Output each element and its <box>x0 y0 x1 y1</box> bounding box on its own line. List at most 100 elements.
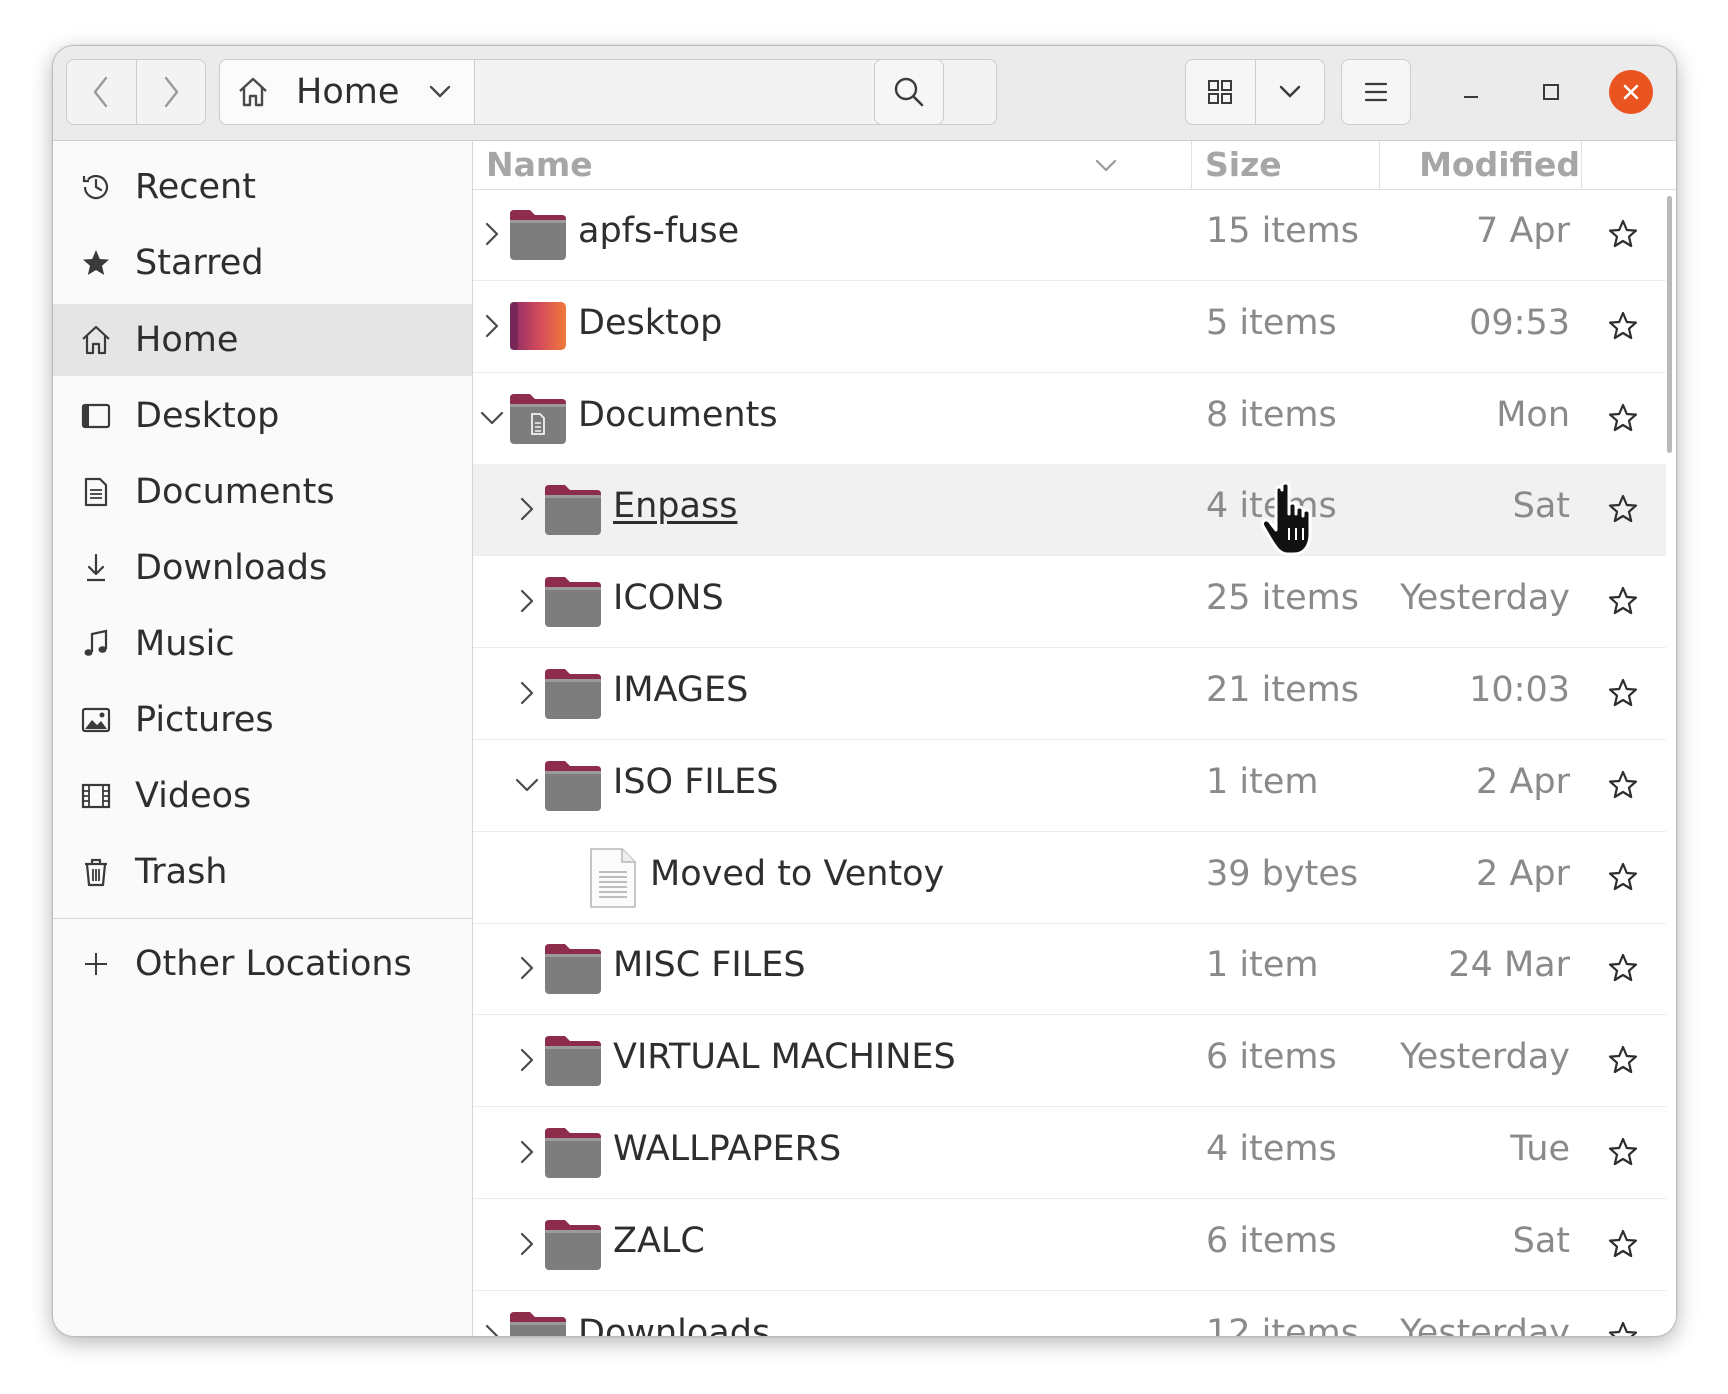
star-filled-icon <box>79 246 113 280</box>
table-row[interactable]: IMAGES 21 items 10:03 <box>473 648 1666 740</box>
file-modified: Sat <box>1512 486 1570 527</box>
table-row[interactable]: MISC FILES 1 item 24 Mar <box>473 923 1666 1016</box>
close-button[interactable] <box>1609 70 1653 114</box>
star-icon[interactable] <box>1606 584 1640 618</box>
file-name: Desktop <box>578 302 723 343</box>
sidebar-item-pictures[interactable]: Pictures <box>53 684 472 756</box>
table-row[interactable]: ZALC 6 items Sat <box>473 1199 1666 1291</box>
expander-chevron-right-icon[interactable] <box>477 1321 507 1336</box>
sidebar-item-trash[interactable]: Trash <box>53 836 472 908</box>
file-name: Documents <box>578 394 778 435</box>
sidebar-item-starred[interactable]: Starred <box>53 227 472 299</box>
table-row[interactable]: ICONS 25 items Yesterday <box>473 556 1666 649</box>
sidebar-item-label: Documents <box>135 472 335 512</box>
sidebar-item-label: Other Locations <box>135 944 412 984</box>
sidebar-item-label: Music <box>135 624 235 664</box>
table-row[interactable]: ISO FILES 1 item 2 Apr <box>473 740 1666 832</box>
file-size: 15 items <box>1206 211 1359 251</box>
expander-chevron-right-icon[interactable] <box>512 586 542 616</box>
star-icon[interactable] <box>1606 401 1640 435</box>
table-row[interactable]: Enpass 4 items Sat <box>473 464 1666 557</box>
folder-icon <box>508 206 568 266</box>
documents-folder-icon <box>508 390 568 450</box>
forward-button[interactable] <box>135 60 206 124</box>
expander-chevron-down-icon[interactable] <box>512 770 542 800</box>
sidebar-item-home[interactable]: Home <box>53 304 472 376</box>
expander-chevron-right-icon[interactable] <box>512 678 542 708</box>
sidebar-item-desktop[interactable]: Desktop <box>53 380 472 452</box>
download-icon <box>79 551 113 585</box>
sidebar-item-videos[interactable]: Videos <box>53 760 472 832</box>
table-row[interactable]: WALLPAPERS 4 items Tue <box>473 1107 1666 1199</box>
trash-icon <box>79 855 113 889</box>
chevron-down-icon[interactable] <box>429 85 451 99</box>
expander-chevron-right-icon[interactable] <box>512 1137 542 1167</box>
folder-icon <box>543 1124 603 1184</box>
table-row[interactable]: Documents 8 items Mon <box>473 373 1666 465</box>
column-header-name[interactable]: Name <box>486 145 593 184</box>
path-home-button[interactable]: Home <box>220 60 475 124</box>
file-name: WALLPAPERS <box>613 1129 842 1169</box>
search-button[interactable] <box>874 59 944 125</box>
sidebar-item-label: Videos <box>135 776 252 816</box>
file-name: Moved to Ventoy <box>650 853 945 894</box>
sidebar-item-music[interactable]: Music <box>53 608 472 680</box>
file-modified: 24 Mar <box>1448 945 1570 986</box>
sidebar-item-label: Pictures <box>135 700 274 740</box>
sidebar-item-documents[interactable]: Documents <box>53 456 472 528</box>
sort-chevron-down-icon[interactable] <box>1095 159 1117 173</box>
file-size: 1 item <box>1206 945 1319 986</box>
file-name: MISC FILES <box>613 945 806 986</box>
grid-view-button[interactable] <box>1186 60 1255 124</box>
star-icon[interactable] <box>1606 492 1640 526</box>
star-icon[interactable] <box>1606 1043 1640 1077</box>
sidebar-item-label: Home <box>135 320 239 360</box>
table-row[interactable]: Desktop 5 items 09:53 <box>473 281 1666 373</box>
minimize-button[interactable] <box>1449 70 1493 114</box>
music-icon <box>79 627 113 661</box>
expander-chevron-right-icon[interactable] <box>512 1229 542 1259</box>
table-row[interactable]: Moved to Ventoy 39 bytes 2 Apr <box>473 832 1666 924</box>
sidebar-item-label: Trash <box>135 852 228 892</box>
file-modified: 7 Apr <box>1476 211 1570 251</box>
maximize-button[interactable] <box>1529 70 1573 114</box>
star-icon[interactable] <box>1606 309 1640 343</box>
table-row[interactable]: VIRTUAL MACHINES 6 items Yesterday <box>473 1015 1666 1108</box>
back-button[interactable] <box>67 60 136 124</box>
home-icon <box>79 323 113 357</box>
star-icon[interactable] <box>1606 1227 1640 1261</box>
header-bar: Home <box>53 46 1676 141</box>
file-name: Enpass <box>613 486 738 527</box>
table-row[interactable]: apfs-fuse 15 items 7 Apr <box>473 189 1666 281</box>
folder-icon <box>508 1308 568 1336</box>
expander-chevron-right-icon[interactable] <box>512 494 542 524</box>
file-name: IMAGES <box>613 670 749 710</box>
expander-chevron-right-icon[interactable] <box>512 1045 542 1075</box>
sidebar-item-recent[interactable]: Recent <box>53 151 472 223</box>
expander-chevron-right-icon[interactable] <box>512 953 542 983</box>
sidebar-item-other-locations[interactable]: Other Locations <box>53 928 472 1000</box>
star-icon[interactable] <box>1606 217 1640 251</box>
column-header: Name Size Modified <box>473 141 1676 190</box>
chevron-down-icon <box>1279 85 1300 98</box>
column-header-modified[interactable]: Modified <box>1419 145 1580 184</box>
expander-chevron-down-icon[interactable] <box>477 403 507 433</box>
table-row[interactable]: Downloads 12 items Yesterday <box>473 1291 1666 1336</box>
view-options-dropdown[interactable] <box>1254 60 1325 124</box>
expander-chevron-right-icon[interactable] <box>477 219 507 249</box>
star-icon[interactable] <box>1606 1135 1640 1169</box>
star-icon[interactable] <box>1606 768 1640 802</box>
star-icon[interactable] <box>1606 860 1640 894</box>
column-header-size[interactable]: Size <box>1205 145 1282 184</box>
column-divider <box>1379 141 1380 189</box>
star-icon[interactable] <box>1606 951 1640 985</box>
folder-icon <box>543 665 603 725</box>
file-size: 6 items <box>1206 1037 1337 1078</box>
star-icon[interactable] <box>1606 1319 1640 1336</box>
expander-chevron-right-icon[interactable] <box>477 311 507 341</box>
file-name: ICONS <box>613 578 724 619</box>
star-icon[interactable] <box>1606 676 1640 710</box>
vertical-scrollbar[interactable] <box>1667 196 1672 453</box>
sidebar-item-downloads[interactable]: Downloads <box>53 532 472 604</box>
main-menu-button[interactable] <box>1341 59 1411 125</box>
